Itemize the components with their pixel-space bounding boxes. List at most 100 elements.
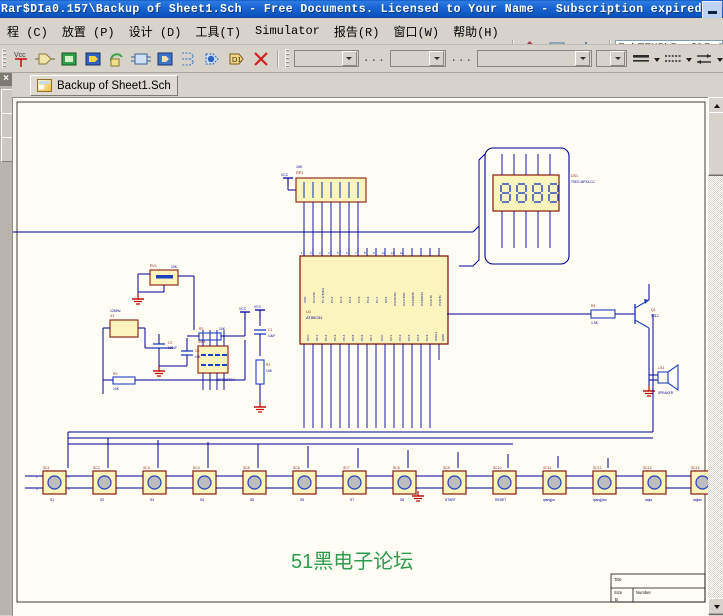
resistor-r4[interactable]: R4 1.5K [559,304,616,325]
svg-text:RP1: RP1 [296,171,303,175]
footprint-browse-label[interactable]: ... [448,53,475,65]
svg-text:9: 9 [373,251,375,255]
switch-s3[interactable]: SC3 S3 [125,466,183,502]
close-icon[interactable]: × [0,73,12,86]
svg-text:C3: C3 [195,349,199,353]
place-part-icon[interactable] [34,48,56,70]
place-bus-entry-icon[interactable] [106,48,128,70]
dip-switch-sw1[interactable]: SW1 DIPSWITCH [197,330,236,390]
svg-text:Vcc: Vcc [14,52,26,59]
svg-text:P0.6: P0.6 [360,334,364,341]
tab-label: Backup of Sheet1.Sch [57,79,171,92]
svg-text:Q1: Q1 [651,308,656,312]
microcontroller-u1[interactable]: U1 AT89C51 VCC P1.0/T2 P1.1/T2EX P1.2 P1… [299,248,449,360]
tab-backup-of-sheet1[interactable]: Backup of Sheet1.Sch [30,75,178,96]
switch-s6[interactable]: SC6 S6 [275,466,333,502]
chevron-down-icon-scale[interactable] [610,51,626,66]
reset-branch[interactable]: VCC C1 10uF R1 10K [253,305,275,413]
place-port-icon[interactable] [130,48,152,70]
switch-s2[interactable]: SC2 S2 [75,466,133,502]
footprint-combo[interactable] [389,50,447,67]
line-style-icon[interactable] [662,48,684,70]
vcc-power-port-icon[interactable]: Vcc [10,48,32,70]
component-combo[interactable] [477,50,593,67]
library-browse-label[interactable]: ... [361,53,388,65]
switch-s8[interactable]: SC8 S8 [375,466,433,502]
forum-watermark: 51黑电子论坛 [291,550,413,573]
menu-help[interactable]: 帮助(H) [446,20,506,43]
place-sheet-symbol-icon[interactable] [58,48,80,70]
svg-text:P1.0/T2: P1.0/T2 [312,292,316,303]
place-bus-icon[interactable] [178,48,200,70]
svg-text:LS1: LS1 [658,366,664,370]
switch-s7[interactable]: SC7 S7 [325,466,383,502]
capacitor-c3[interactable]: C3 10K [159,338,202,367]
seven-segment-display-ds1[interactable]: DS1 7SEG-MPX4-CC [484,147,596,265]
menu-simulator[interactable]: Simulator [248,21,327,41]
resistor-r1[interactable]: R1 10K [255,359,273,385]
toolbar-grip-2[interactable] [285,49,290,68]
switch-qiangjia[interactable]: SC11 qiangjia [525,466,583,502]
switch-s1[interactable]: SC1 S1 13 24 [25,466,83,502]
chevron-down-icon-as[interactable] [716,49,723,69]
svg-text:7SEG-MPX4-CC: 7SEG-MPX4-CC [571,180,596,184]
menu-place[interactable]: 放置 (P) [55,20,122,43]
switch-s4[interactable]: SC4 S4 [175,466,233,502]
switch-net-bus [303,360,431,428]
scroll-thumb[interactable] [708,112,723,176]
svg-text:R2: R2 [113,372,117,376]
capacitor-c2[interactable]: C2 100uF [145,334,177,377]
schematic-canvas[interactable]: Title Size B Number RV1 10K SW1 RP1 10K … [12,97,709,616]
svg-text:P2.4: P2.4 [416,334,420,341]
schematic-svg: Title Size B Number RV1 10K SW1 RP1 10K … [13,101,709,603]
resistor-r3[interactable]: R3 10K VCC [187,307,251,341]
chevron-down-icon-lib[interactable] [341,51,357,66]
menu-tools[interactable]: 工具(T) [188,20,248,43]
chevron-down-icon-ls[interactable] [685,49,692,69]
chevron-down-icon-fp[interactable] [429,51,445,66]
scale-combo[interactable] [596,50,628,67]
minimize-button[interactable] [702,1,722,18]
place-junction-icon[interactable] [202,48,224,70]
place-sheet-entry-icon[interactable] [82,48,104,70]
place-directive-icon[interactable]: D1 [226,48,248,70]
no-erc-icon[interactable] [250,48,272,70]
line-width-icon[interactable] [630,48,652,70]
toolbar-grip[interactable] [2,49,7,68]
menu-design[interactable]: 设计 (D) [122,20,189,43]
switch-s5[interactable]: SC5 S5 [225,466,283,502]
vertical-scrollbar[interactable] [708,97,723,615]
scroll-down-button[interactable] [708,598,723,615]
svg-text:12: 12 [400,251,404,255]
svg-text:RST: RST [384,297,388,303]
svg-text:SC4: SC4 [193,466,200,470]
audio-output-stage[interactable]: R4 1.5K Q1 9012 LS1 SPEAKER [447,284,679,397]
capacitor-c1[interactable]: C1 10uF [254,328,275,338]
svg-text:P1.6: P1.6 [366,296,370,303]
switch-start[interactable]: SC9 START [411,466,483,502]
menu-process[interactable]: 程 (C) [0,20,55,43]
document-tab-strip: Backup of Sheet1.Sch [12,73,723,97]
svg-text:S8: S8 [400,498,404,502]
svg-text:START: START [445,498,456,502]
svg-text:P3.4/T0: P3.4/T0 [429,295,433,306]
switch-qiangjian[interactable]: SC12 qiangjian [575,466,633,502]
place-io-port-icon[interactable] [154,48,176,70]
arrow-style-icon[interactable] [693,48,715,70]
transistor-q1[interactable]: Q1 9012 [615,284,659,360]
resistor-network-rp1[interactable]: RP1 10K VCC [281,165,367,222]
scroll-track[interactable] [708,112,723,600]
library-combo[interactable] [294,50,359,67]
menu-reports[interactable]: 报告(R) [327,20,387,43]
switch-dajian[interactable]: SC14 dajian [673,466,709,502]
menu-window[interactable]: 窗口(W) [386,20,446,43]
svg-text:P2.0: P2.0 [380,334,384,341]
speaker-ls1[interactable]: LS1 SPEAKER [642,360,679,397]
svg-text:P1.5: P1.5 [357,296,361,303]
switch-reset[interactable]: SC10 RESET [475,466,533,502]
chevron-down-icon-lw[interactable] [653,49,661,69]
window-controls [702,1,722,18]
switch-dajia[interactable]: SC13 dajia [625,466,679,502]
chevron-down-icon-cmp[interactable] [575,51,591,66]
potentiometer-rv1[interactable]: RV1 10K [131,264,195,330]
